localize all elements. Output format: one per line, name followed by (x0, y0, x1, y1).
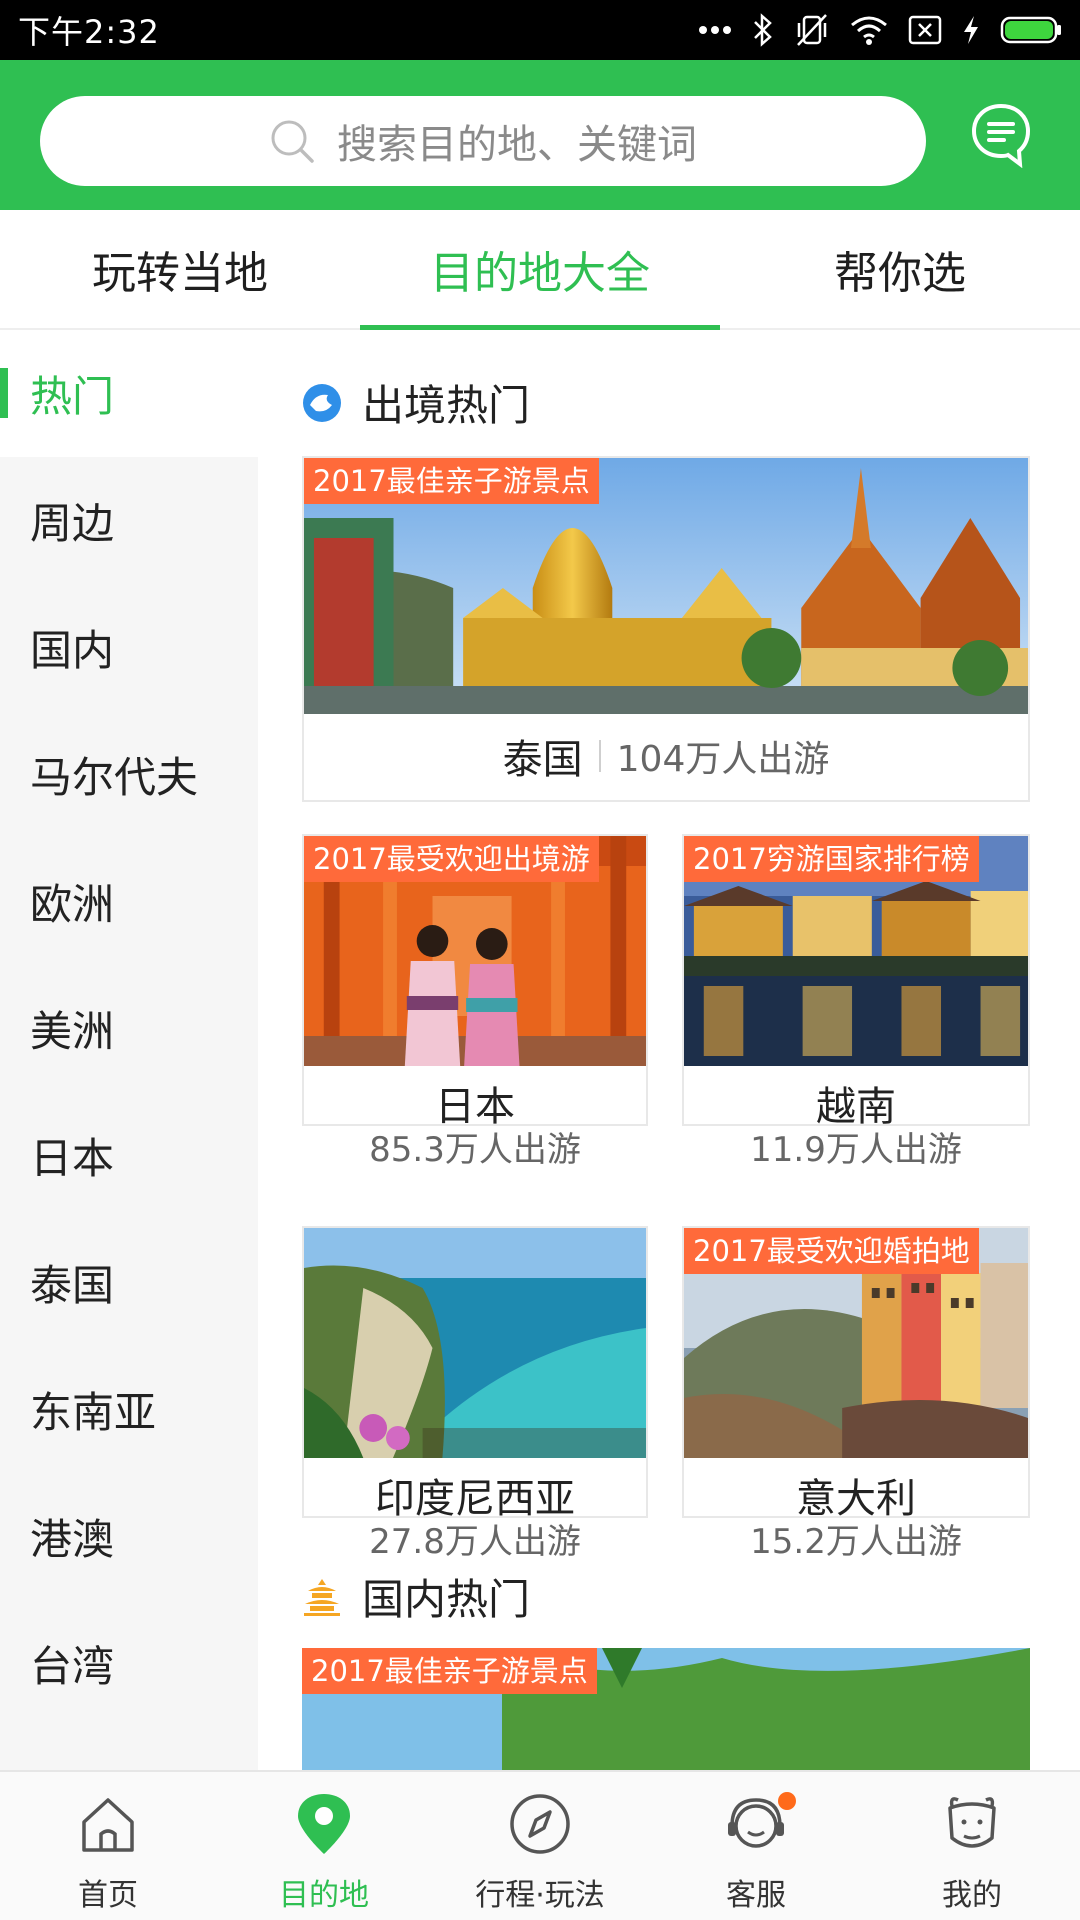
destination-card-thailand[interactable]: 2017最佳亲子游景点 泰国 104万人出游 (302, 456, 1030, 802)
nav-label: 行程·玩法 (475, 1878, 605, 1913)
more-dots-icon (699, 26, 731, 34)
main-content: 出境热门 2017最佳亲子游景点 泰国 104万人出游 2017最受欢迎出境游 … (258, 330, 1080, 1770)
battery-icon (1000, 16, 1061, 44)
destination-name: 泰国 (502, 737, 583, 783)
search-placeholder: 搜索目的地、关键词 (337, 122, 697, 168)
wifi-icon (851, 16, 887, 45)
search-icon (271, 120, 314, 163)
caption-divider (598, 740, 601, 772)
region-sidebar: 热门 周边 国内 马尔代夫 欧洲 美洲 日本 泰国 东南亚 港澳 台湾 海岛 (0, 330, 258, 1770)
category-tabs: 玩转当地 目的地大全 帮你选 (0, 210, 1080, 330)
notification-dot (778, 1792, 796, 1810)
destination-image: 2017穷游国家排行榜 (684, 836, 1028, 1066)
nav-label: 客服 (726, 1878, 786, 1913)
section-title-text: 出境热门 (362, 381, 531, 430)
vibrate-off-icon (797, 14, 827, 46)
tab-help-choose[interactable]: 帮你选 (720, 210, 1080, 328)
tab-local-play[interactable]: 玩转当地 (0, 210, 360, 328)
status-time: 下午2:32 (18, 13, 160, 51)
destination-image: 2017最佳亲子游景点 (304, 458, 1028, 714)
destination-image: 2017最受欢迎婚拍地 (684, 1228, 1028, 1458)
location-pin-icon (298, 1794, 350, 1854)
nav-label: 首页 (78, 1878, 138, 1913)
nav-home[interactable]: 首页 (0, 1772, 216, 1920)
nav-destinations[interactable]: 目的地 (216, 1772, 432, 1920)
sidebar-item-maldives[interactable]: 马尔代夫 (0, 711, 258, 838)
promo-badge: 2017最佳亲子游景点 (304, 458, 599, 504)
sidebar-item-nearby[interactable]: 周边 (0, 457, 258, 584)
promo-badge: 2017穷游国家排行榜 (684, 836, 979, 882)
sidebar-item-hk-macau[interactable]: 港澳 (0, 1473, 258, 1600)
traveler-count: 85.3万人出游 (369, 1130, 581, 1170)
traveler-count: 27.8万人出游 (369, 1522, 581, 1562)
section-title-outbound: 出境热门 (302, 372, 530, 433)
destination-card-indonesia[interactable]: 印度尼西亚 27.8万人出游 (302, 1226, 648, 1562)
traveler-count: 11.9万人出游 (750, 1130, 962, 1170)
destination-caption: 泰国 104万人出游 (304, 712, 1028, 800)
traveler-count: 104万人出游 (616, 739, 830, 780)
nav-customer-service[interactable]: 客服 (648, 1772, 864, 1920)
sidebar-item-japan[interactable]: 日本 (0, 1092, 258, 1219)
destination-image: 2017最受欢迎出境游 (304, 836, 646, 1066)
bluetooth-icon (754, 13, 772, 47)
status-bar: 下午2:32 (0, 0, 1080, 60)
nav-itinerary[interactable]: 行程·玩法 (432, 1772, 648, 1920)
home-icon (82, 1798, 134, 1852)
sim-disabled-icon (908, 15, 942, 45)
sidebar-item-taiwan[interactable]: 台湾 (0, 1600, 258, 1727)
promo-badge: 2017最受欢迎婚拍地 (684, 1228, 979, 1274)
globe-icon (303, 383, 341, 422)
sidebar-item-thailand[interactable]: 泰国 (0, 1219, 258, 1346)
top-header: 搜索目的地、关键词 (0, 60, 1080, 210)
sidebar-item-hot[interactable]: 热门 (0, 330, 258, 457)
destination-card-japan[interactable]: 2017最受欢迎出境游 日本 85.3万人出游 (302, 834, 648, 1170)
destination-image (304, 1228, 646, 1458)
traveler-count: 15.2万人出游 (750, 1522, 962, 1562)
promo-badge: 2017最佳亲子游景点 (302, 1648, 597, 1694)
sidebar-item-europe[interactable]: 欧洲 (0, 838, 258, 965)
nav-label: 我的 (942, 1878, 1002, 1913)
promo-badge: 2017最受欢迎出境游 (304, 836, 599, 882)
search-input[interactable]: 搜索目的地、关键词 (40, 96, 926, 186)
destination-card-vietnam[interactable]: 2017穷游国家排行榜 越南 11.9万人出游 (682, 834, 1030, 1170)
destination-card-domestic-featured[interactable]: 2017最佳亲子游景点 (302, 1648, 1030, 1770)
destination-card-italy[interactable]: 2017最受欢迎婚拍地 意大利 15.2万人出游 (682, 1226, 1030, 1562)
message-icon[interactable] (970, 102, 1032, 168)
destination-image: 2017最佳亲子游景点 (302, 1648, 1030, 1770)
nav-profile[interactable]: 我的 (864, 1772, 1080, 1920)
sidebar-item-domestic[interactable]: 国内 (0, 584, 258, 711)
charging-bolt-icon (964, 16, 978, 44)
section-title-domestic: 国内热门 (302, 1566, 530, 1627)
pagoda-icon (304, 1578, 340, 1616)
bottom-navigation: 首页 目的地 行程·玩法 客服 我的 (0, 1770, 1080, 1920)
sidebar-item-americas[interactable]: 美洲 (0, 965, 258, 1092)
compass-icon (510, 1794, 570, 1854)
sidebar-item-islands[interactable]: 海岛 (0, 1727, 258, 1770)
sidebar-item-southeast-asia[interactable]: 东南亚 (0, 1346, 258, 1473)
status-icons (698, 13, 1062, 47)
app-root: 下午2:32 搜索目的地、关键词 玩转当地 目的地大全 帮你选 热门 周边 国内 (0, 0, 1080, 1920)
tab-destinations[interactable]: 目的地大全 (360, 210, 720, 330)
section-title-text: 国内热门 (362, 1575, 531, 1624)
profile-cow-icon (948, 1797, 996, 1848)
nav-label: 目的地 (279, 1878, 369, 1913)
